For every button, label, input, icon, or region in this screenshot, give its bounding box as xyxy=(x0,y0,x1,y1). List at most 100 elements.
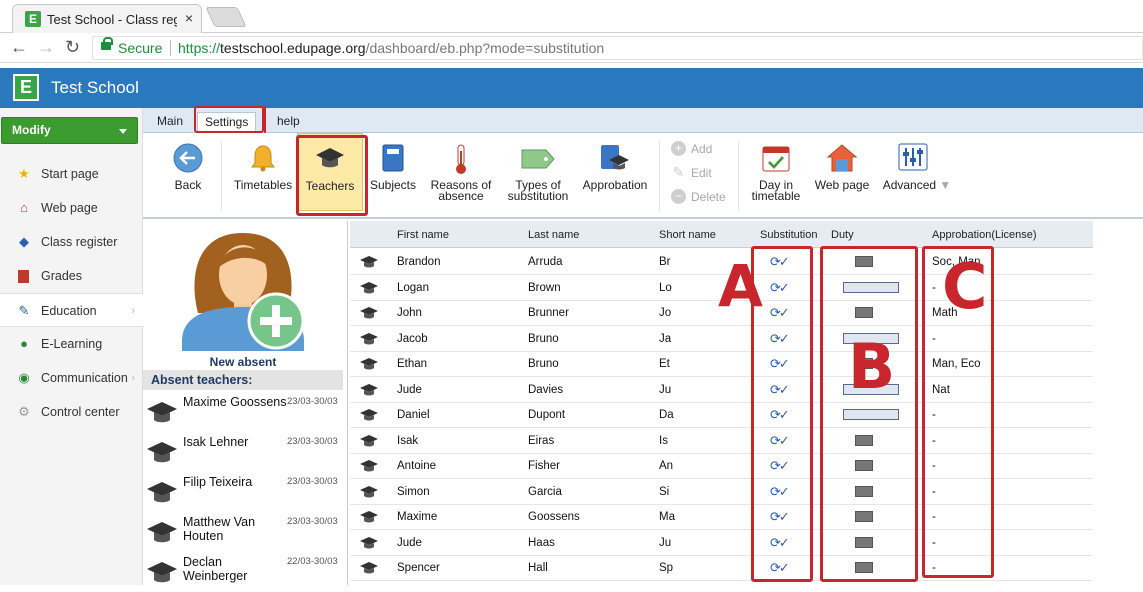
forward-arrow-icon[interactable]: → xyxy=(37,37,55,57)
cell-first-name: Isak xyxy=(397,434,419,447)
calendar-check-icon xyxy=(762,146,790,172)
new-absent-avatar-icon[interactable] xyxy=(178,223,308,351)
tab-help[interactable]: help xyxy=(270,112,307,133)
column-header-duty[interactable]: Duty xyxy=(831,229,854,241)
new-absent-link[interactable]: New absent xyxy=(143,355,343,369)
timetables-button[interactable]: Timetables xyxy=(231,133,295,213)
delete-button[interactable]: − Delete xyxy=(671,189,726,207)
sidebar-item-start-page[interactable]: ★ Start page xyxy=(0,157,143,191)
reasons-label-line2: absence xyxy=(438,189,484,203)
web-page-button[interactable]: Web page xyxy=(811,133,873,213)
cell-short-name: Sp xyxy=(659,562,674,574)
sidebar-item-label: Control center xyxy=(41,405,120,419)
sidebar-item-web-page[interactable]: ⌂ Web page xyxy=(0,191,143,225)
chevron-right-icon: › xyxy=(131,305,135,317)
secure-label: Secure xyxy=(118,40,163,56)
school-name[interactable]: Test School xyxy=(51,78,139,98)
sidebar-item-grades[interactable]: Grades xyxy=(0,259,143,293)
address-bar[interactable]: Secure https://testschool.edupage.org/da… xyxy=(92,36,1143,60)
add-button[interactable]: + Add xyxy=(671,141,712,159)
globe-icon: ● xyxy=(20,336,28,351)
reasons-of-absence-button[interactable]: Reasons of absence xyxy=(425,133,497,213)
tab-main[interactable]: Main xyxy=(150,112,190,133)
absent-teacher-name: Declan Weinberger xyxy=(183,555,248,583)
timetables-label: Timetables xyxy=(233,178,293,192)
graduation-cap-icon xyxy=(360,536,378,548)
divider xyxy=(221,141,222,211)
browser-tab[interactable]: E Test School - Class regist × xyxy=(12,4,202,33)
edit-button[interactable]: ✎ Edit xyxy=(671,165,712,183)
book-icon xyxy=(382,144,404,172)
sidebar-item-label: Communication xyxy=(41,371,128,385)
absent-teacher-name: Isak Lehner xyxy=(183,435,249,449)
cell-short-name: Ju xyxy=(659,536,672,549)
absent-panel: New absent Absent teachers: Maxime Gooss… xyxy=(143,221,348,585)
cell-short-name: Da xyxy=(659,409,674,421)
absent-teacher-row[interactable]: Declan Weinberger 22/03-30/03 xyxy=(143,552,348,592)
column-header-approbation[interactable]: Approbation(License) xyxy=(932,229,1037,241)
absent-teacher-row[interactable]: Maxime Goossens 23/03-30/03 xyxy=(143,392,348,432)
thermometer-icon xyxy=(456,144,466,174)
graduation-cap-icon xyxy=(360,434,378,446)
cell-first-name: Jude xyxy=(397,536,422,549)
cell-first-name: Logan xyxy=(397,281,429,294)
star-icon: ★ xyxy=(18,166,30,181)
absent-teacher-row[interactable]: Filip Teixeira 23/03-30/03 xyxy=(143,472,348,512)
graduation-cap-icon xyxy=(360,409,378,421)
close-tab-icon[interactable]: × xyxy=(185,10,193,26)
new-tab-button[interactable] xyxy=(205,7,247,27)
cell-short-name: Jo xyxy=(659,307,672,319)
modify-button[interactable]: Modify xyxy=(1,117,138,144)
cell-first-name: Spencer xyxy=(397,562,440,574)
back-button[interactable]: Back xyxy=(165,133,211,213)
column-header-last-name[interactable]: Last name xyxy=(528,229,579,241)
back-arrow-icon[interactable]: ← xyxy=(10,37,28,57)
bell-icon xyxy=(251,145,275,172)
reload-icon[interactable]: ↻ xyxy=(65,37,80,57)
graduation-cap-icon xyxy=(360,332,378,344)
column-header-first-name[interactable]: First name xyxy=(397,229,449,241)
annotation-teachers-box xyxy=(296,135,368,216)
absent-teacher-row[interactable]: Matthew Van Houten 23/03-30/03 xyxy=(143,512,348,552)
tag-icon xyxy=(521,149,555,169)
graduation-cap-icon xyxy=(147,562,177,583)
advanced-button[interactable]: Advanced ▼ xyxy=(881,133,953,213)
pencil-icon: ✎ xyxy=(18,303,30,318)
absent-teacher-dates: 23/03-30/03 xyxy=(287,436,338,447)
minus-icon: − xyxy=(671,189,686,204)
url-host: testschool.edupage.org xyxy=(220,40,366,56)
column-header-substitution[interactable]: Substitution xyxy=(760,229,817,241)
sidebar-item-class-register[interactable]: ◆ Class register xyxy=(0,225,143,259)
absent-teacher-row[interactable]: Isak Lehner 23/03-30/03 xyxy=(143,432,348,472)
day-in-timetable-button[interactable]: Day in timetable xyxy=(747,133,805,213)
sidebar-item-education[interactable]: ✎ Education › xyxy=(0,293,143,327)
cell-last-name: Dupont xyxy=(528,409,566,421)
sidebar-item-control-center[interactable]: ⚙ Control center xyxy=(0,395,143,429)
graduation-cap-icon xyxy=(360,307,378,319)
sidebar-item-communication[interactable]: ◉ Communication › xyxy=(0,361,143,395)
back-label: Back xyxy=(174,178,202,192)
cell-short-name: An xyxy=(659,460,674,472)
subjects-label: Subjects xyxy=(369,178,417,192)
grades-icon xyxy=(18,270,29,283)
back-arrow-icon xyxy=(173,143,203,173)
column-header-short-name[interactable]: Short name xyxy=(659,229,716,241)
globe-people-icon: ◉ xyxy=(18,370,30,385)
approbation-button[interactable]: Approbation xyxy=(579,133,651,213)
cell-short-name: Is xyxy=(659,434,668,447)
edupage-logo-icon[interactable]: E xyxy=(13,74,39,101)
sidebar-item-label: Class register xyxy=(41,235,118,249)
sidebar-item-e-learning[interactable]: ● E-Learning xyxy=(0,327,143,361)
cell-short-name: Ma xyxy=(659,511,675,523)
cell-first-name: John xyxy=(397,307,422,319)
cell-first-name: Daniel xyxy=(397,409,430,421)
cell-last-name: Eiras xyxy=(528,434,555,447)
divider xyxy=(738,141,739,211)
lock-icon xyxy=(101,37,113,50)
graduation-cap-icon xyxy=(147,402,177,423)
sidebar: Modify ★ Start page ⌂ Web page ◆ Class r… xyxy=(0,108,143,585)
types-of-substitution-button[interactable]: Types of substitution xyxy=(503,133,573,213)
subjects-button[interactable]: Subjects xyxy=(367,133,419,213)
cell-first-name: Jacob xyxy=(397,332,428,345)
sliders-icon xyxy=(898,143,928,171)
